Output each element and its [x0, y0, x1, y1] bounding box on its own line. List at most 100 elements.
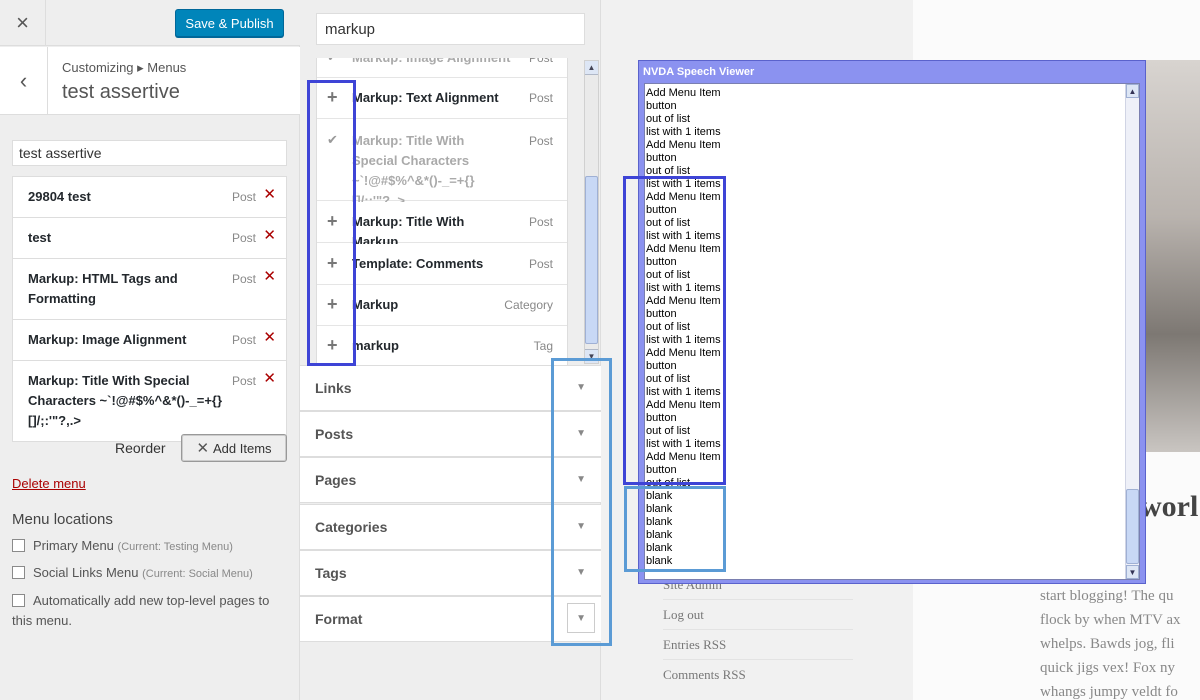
save-publish-button[interactable]: Save & Publish	[175, 9, 284, 37]
menu-item-type: Post	[231, 333, 256, 347]
location-auto-add[interactable]: Automatically add new top-level pages to…	[12, 591, 292, 631]
speech-line: button	[646, 204, 677, 216]
chevron-down-icon: ▼	[576, 474, 586, 485]
preview-link[interactable]: Entries RSS	[663, 637, 726, 653]
plus-icon: +	[327, 87, 338, 107]
divider	[663, 659, 853, 660]
scroll-down-icon[interactable]: ▼	[1126, 565, 1139, 579]
search-result-item[interactable]: + Template: Comments Post	[317, 244, 567, 285]
speech-line: out of list	[646, 217, 691, 229]
speech-log: Add Menu Item button out of list list with …	[644, 83, 1140, 580]
search-input[interactable]	[316, 13, 585, 45]
speech-scrollbar[interactable]: ▲ ▼	[1125, 84, 1139, 579]
section-pages[interactable]: Pages ▼	[300, 457, 601, 503]
speech-lines: Add Menu Item button out of list list with …	[645, 87, 1125, 568]
speech-line: Add Menu Item	[646, 139, 721, 151]
add-items-button[interactable]: ✕ Add Items	[181, 434, 287, 462]
preview-text-line: whangs jumpy veldt fo	[1040, 684, 1178, 700]
plus-icon: +	[327, 253, 338, 273]
speech-line: list with 1 items	[646, 282, 721, 294]
search-result-item[interactable]: + markup Tag	[317, 326, 567, 365]
speech-line: Add Menu Item	[646, 451, 721, 463]
nvda-speech-viewer-window: NVDA Speech Viewer Add Menu Item button ou…	[638, 60, 1146, 584]
scroll-thumb[interactable]	[585, 176, 598, 344]
menu-item[interactable]: test Post ✕	[12, 217, 287, 259]
checkbox[interactable]	[12, 594, 25, 607]
available-items-panel: ✔ Markup: Image Alignment Post + Markup: Tex…	[300, 0, 601, 700]
section-format[interactable]: Format ▼	[300, 596, 601, 642]
result-type: Post	[528, 215, 553, 229]
checkbox[interactable]	[12, 539, 25, 552]
speech-line: out of list	[646, 165, 691, 177]
close-icon: ✕	[196, 440, 210, 457]
speech-line: blank	[646, 516, 673, 528]
remove-icon[interactable]: ✕	[263, 226, 276, 246]
result-type: Tag	[533, 339, 553, 353]
results-scrollbar[interactable]: ▲ ▼	[584, 60, 599, 364]
menu-item[interactable]: Markup: Title With Special Characters ~`…	[12, 360, 287, 442]
speech-line: button	[646, 412, 677, 424]
menu-item-type: Post	[231, 272, 256, 286]
remove-icon[interactable]: ✕	[263, 328, 276, 348]
preview-text-line: flock by when MTV ax	[1040, 612, 1181, 628]
checkbox[interactable]	[12, 566, 25, 579]
menu-item-label: Markup: Title With Special Characters ~`…	[28, 373, 223, 428]
scroll-up-icon[interactable]: ▲	[585, 61, 598, 75]
search-result-item[interactable]: ✔ Markup: Title With Special Characters ~…	[317, 120, 567, 208]
page-title: test assertive	[62, 81, 180, 103]
speech-line: list with 1 items	[646, 334, 721, 346]
add-items-label: Add Items	[213, 440, 272, 456]
result-type: Category	[504, 298, 553, 312]
menu-item-label: test	[28, 230, 52, 245]
speech-line: blank	[646, 503, 673, 515]
scroll-up-icon[interactable]: ▲	[1126, 84, 1139, 98]
remove-icon[interactable]: ✕	[263, 267, 276, 287]
section-tags[interactable]: Tags ▼	[300, 550, 601, 596]
speech-line: button	[646, 100, 677, 112]
menu-item-type: Post	[231, 374, 256, 388]
search-result-item[interactable]: ✔ Markup: Image Alignment Post	[317, 58, 567, 78]
search-result-item[interactable]: + Markup: Text Alignment Post	[317, 78, 567, 119]
speech-line: out of list	[646, 477, 691, 489]
menu-item[interactable]: Markup: Image Alignment Post ✕	[12, 319, 287, 361]
section-categories[interactable]: Categories ▼	[300, 504, 601, 550]
scroll-down-icon[interactable]: ▼	[585, 349, 598, 363]
reorder-link[interactable]: Reorder	[115, 440, 166, 456]
result-label: Markup	[352, 297, 399, 312]
speech-line: button	[646, 308, 677, 320]
delete-menu-link[interactable]: Delete menu	[12, 476, 86, 491]
location-label: Social Links Menu	[33, 565, 139, 580]
remove-icon[interactable]: ✕	[263, 185, 276, 205]
location-primary[interactable]: Primary Menu (Current: Testing Menu)	[12, 536, 292, 557]
location-note: (Current: Testing Menu)	[117, 541, 233, 553]
plus-icon: +	[327, 335, 338, 355]
speech-line: list with 1 items	[646, 230, 721, 242]
remove-icon[interactable]: ✕	[263, 369, 276, 389]
scroll-thumb[interactable]	[1126, 489, 1139, 564]
location-label: Primary Menu	[33, 538, 114, 553]
section-posts[interactable]: Posts ▼	[300, 411, 601, 457]
location-social[interactable]: Social Links Menu (Current: Social Menu)	[12, 563, 292, 584]
search-result-item[interactable]: + Markup: Title With Markup Post	[317, 202, 567, 249]
chevron-down-icon: ▼	[576, 613, 586, 624]
speech-line: list with 1 items	[646, 386, 721, 398]
back-arrow-icon[interactable]: ‹	[0, 47, 48, 115]
speech-line: blank	[646, 529, 673, 541]
preview-text-line: start blogging! The qu	[1040, 588, 1174, 604]
preview-link[interactable]: Log out	[663, 607, 704, 623]
preview-heading: worl	[1140, 490, 1199, 523]
menu-item[interactable]: Markup: HTML Tags and Formatting Post ✕	[12, 258, 287, 320]
menu-name-input[interactable]	[12, 140, 287, 166]
speech-line: out of list	[646, 321, 691, 333]
speech-line: out of list	[646, 113, 691, 125]
preview-link[interactable]: Comments RSS	[663, 667, 746, 683]
speech-line: button	[646, 256, 677, 268]
menu-item[interactable]: 29804 test Post ✕	[12, 176, 287, 218]
chevron-down-icon: ▼	[576, 428, 586, 439]
customizer-topbar: × Save & Publish	[0, 0, 300, 46]
close-icon[interactable]: ×	[0, 0, 46, 46]
search-result-item[interactable]: + Markup Category	[317, 285, 567, 326]
chevron-down-icon: ▼	[576, 521, 586, 532]
speech-line: list with 1 items	[646, 126, 721, 138]
section-links[interactable]: Links ▼	[300, 365, 601, 411]
